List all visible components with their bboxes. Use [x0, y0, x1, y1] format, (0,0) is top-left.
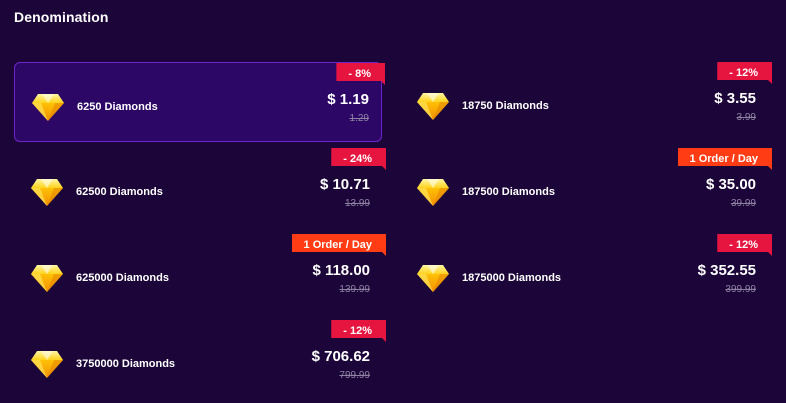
denomination-card[interactable]: 18750 Diamonds $ 3.55 3.99 - 12% [400, 62, 768, 142]
diamond-icon [417, 179, 449, 206]
discount-badge: - 12% [717, 234, 772, 256]
diamond-icon [32, 94, 64, 121]
denomination-old-price: 799.99 [339, 370, 370, 381]
diamond-icon [417, 93, 449, 120]
discount-badge: 1 Order / Day [292, 234, 386, 256]
denomination-price: $ 352.55 [697, 262, 756, 279]
denomination-name: 1875000 Diamonds [462, 272, 562, 284]
denomination-price: $ 706.62 [311, 348, 370, 365]
denomination-name: 3750000 Diamonds [76, 358, 176, 370]
discount-badge: - 8% [336, 63, 385, 85]
denomination-old-price: 139.99 [339, 284, 370, 295]
denomination-price: $ 1.19 [327, 91, 369, 108]
diamond-icon [31, 179, 63, 206]
denomination-price: $ 3.55 [714, 90, 756, 107]
diamond-icon [31, 265, 63, 292]
denomination-card[interactable]: 1875000 Diamonds $ 352.55 399.99 - 12% [400, 234, 768, 314]
denomination-price: $ 10.71 [319, 176, 370, 193]
denomination-old-price: 1.29 [349, 113, 369, 124]
denomination-price: $ 35.00 [705, 176, 756, 193]
denomination-old-price: 399.99 [725, 284, 756, 295]
denomination-card[interactable]: 62500 Diamonds $ 10.71 13.99 - 24% [14, 148, 382, 228]
discount-badge: - 12% [331, 320, 386, 342]
denomination-name: 18750 Diamonds [462, 100, 549, 112]
diamond-icon [31, 351, 63, 378]
denomination-card[interactable]: 3750000 Diamonds $ 706.62 799.99 - 12% [14, 320, 382, 400]
denomination-card[interactable]: 6250 Diamonds $ 1.19 1.29 - 8% [14, 62, 382, 142]
discount-badge: 1 Order / Day [678, 148, 772, 170]
denomination-name: 6250 Diamonds [77, 101, 158, 113]
denomination-old-price: 39.99 [730, 198, 756, 209]
denomination-price: $ 118.00 [312, 262, 370, 279]
denomination-name: 625000 Diamonds [76, 272, 169, 284]
denomination-name: 187500 Diamonds [462, 186, 555, 198]
discount-badge: - 12% [717, 62, 772, 84]
denomination-old-price: 3.99 [736, 112, 756, 123]
diamond-icon [417, 265, 449, 292]
discount-badge: - 24% [331, 148, 386, 170]
denomination-old-price: 13.99 [344, 198, 370, 209]
denomination-card[interactable]: 625000 Diamonds $ 118.00 139.99 1 Order … [14, 234, 382, 314]
section-title: Denomination [14, 9, 109, 25]
denomination-card[interactable]: 187500 Diamonds $ 35.00 39.99 1 Order / … [400, 148, 768, 228]
denomination-name: 62500 Diamonds [76, 186, 163, 198]
